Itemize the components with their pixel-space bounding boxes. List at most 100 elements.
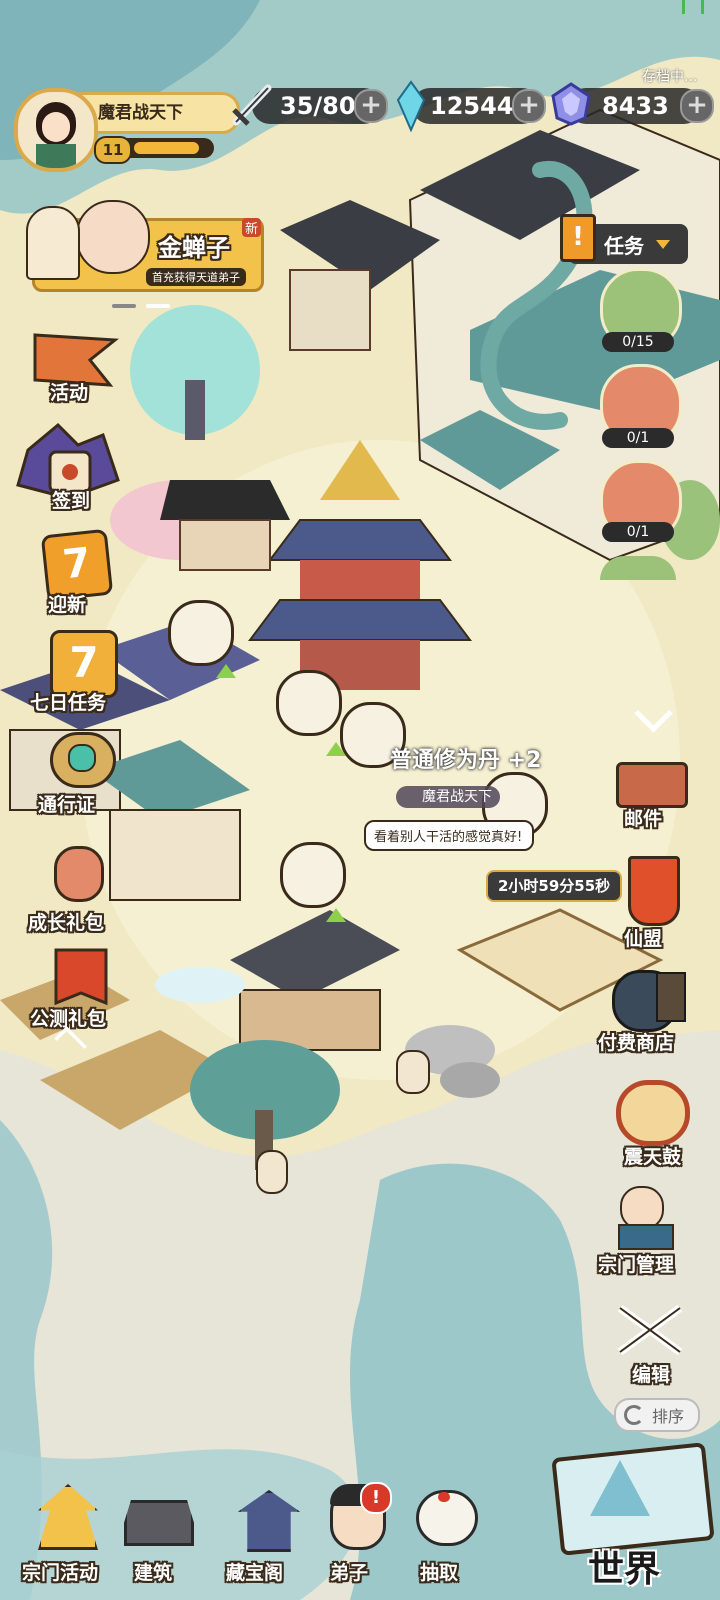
crane-crest-icon bbox=[438, 1492, 450, 1502]
quest-count-1: 0/15 bbox=[602, 332, 674, 352]
spirit-stone-add-button[interactable]: + bbox=[512, 89, 546, 123]
menu-seven-day-label: 七日任务 bbox=[30, 692, 107, 714]
npc-speech-text: 看着别人干活的感觉真好! bbox=[374, 830, 523, 845]
menu-alliance-label: 仙盟 bbox=[624, 928, 663, 950]
menu-drum-label: 震天鼓 bbox=[624, 1146, 682, 1168]
tab-disciples-label: 弟子 bbox=[330, 1562, 369, 1584]
tab-draw-label: 抽取 bbox=[420, 1562, 459, 1584]
spirit-stone-icon bbox=[396, 80, 426, 132]
level-value: 11 bbox=[102, 141, 124, 159]
menu-mail-label: 邮件 bbox=[624, 808, 663, 830]
quest-title: 任务 bbox=[604, 234, 644, 258]
menu-activity-label: 活动 bbox=[50, 382, 89, 404]
menu-drum[interactable]: 震天鼓 bbox=[612, 1076, 702, 1176]
drum-icon bbox=[616, 1080, 690, 1146]
menu-activity[interactable]: 活动 bbox=[30, 330, 120, 410]
tab-treasure-pavilion[interactable]: 藏宝阁 bbox=[218, 1470, 318, 1590]
player-name: 魔君战天下 bbox=[98, 103, 183, 123]
menu-alliance[interactable]: 仙盟 bbox=[612, 856, 702, 956]
tab-draw[interactable]: 抽取 bbox=[402, 1470, 492, 1590]
world-button-label: 世界 bbox=[588, 1549, 661, 1590]
menu-checkin-label: 签到 bbox=[52, 490, 91, 512]
gem-add-button[interactable]: + bbox=[680, 89, 714, 123]
banner-flag-icon bbox=[54, 948, 108, 1006]
build-timer-text: 2小时59分55秒 bbox=[498, 877, 611, 895]
tab-buildings[interactable]: 建筑 bbox=[118, 1470, 208, 1590]
menu-seven-day-tasks[interactable]: 7 七日任务 bbox=[30, 630, 140, 720]
tab-disciples[interactable]: ! 弟子 bbox=[316, 1470, 406, 1590]
menu-pass-label: 通行证 bbox=[38, 794, 96, 816]
promo-name: 金蝉子 bbox=[158, 234, 230, 262]
alert-badge-icon: ! bbox=[360, 1482, 392, 1514]
menu-sect-management[interactable]: 宗门管理 bbox=[596, 1186, 716, 1286]
tab-buildings-label: 建筑 bbox=[134, 1562, 173, 1584]
tab-sect-activity-label: 宗门活动 bbox=[22, 1562, 99, 1584]
promo-character bbox=[76, 200, 150, 274]
disciple-character[interactable] bbox=[396, 1050, 430, 1094]
menu-growth-pack[interactable]: 成长礼包 bbox=[26, 846, 136, 936]
promo-subtitle: 首充获得天道弟子 bbox=[146, 268, 246, 286]
menu-paid-shop[interactable]: 付费商店 bbox=[596, 966, 706, 1066]
save-status: 存档中... bbox=[642, 69, 698, 85]
upgrade-arrow-icon bbox=[326, 908, 346, 922]
player-panel[interactable]: 魔君战天下 11 bbox=[14, 88, 240, 172]
resource-bubble[interactable] bbox=[276, 670, 342, 736]
quest-item-4-partial bbox=[600, 556, 676, 580]
npc-name-tag: 魔君战天下 bbox=[396, 786, 500, 808]
spirit-stone-value: 12544 bbox=[430, 92, 514, 120]
menu-checkin[interactable]: 签到 bbox=[8, 420, 128, 520]
level-badge: 11 bbox=[94, 136, 132, 164]
abacus-icon bbox=[656, 972, 686, 1022]
exp-bar-fill bbox=[134, 142, 199, 154]
stamina-value: 35/80 bbox=[280, 92, 356, 120]
alliance-banner-icon bbox=[628, 856, 680, 926]
menu-edit[interactable]: 编辑 bbox=[612, 1302, 702, 1392]
signal-icon bbox=[682, 0, 704, 14]
new-badge: 新 bbox=[242, 218, 262, 237]
sort-button[interactable]: 排序 bbox=[614, 1398, 700, 1432]
sort-label: 排序 bbox=[652, 1407, 685, 1426]
carousel-indicator-active bbox=[146, 304, 170, 308]
disciple-character[interactable] bbox=[256, 1150, 288, 1194]
manager-body-icon bbox=[618, 1224, 674, 1250]
mail-icon bbox=[616, 762, 688, 808]
tab-treasure-pavilion-label: 藏宝阁 bbox=[226, 1562, 284, 1584]
world-button[interactable]: 世界 bbox=[550, 1430, 715, 1594]
building-icon bbox=[124, 1500, 194, 1546]
tab-sect-activity[interactable]: 宗门活动 bbox=[14, 1470, 114, 1590]
pass-gem-icon bbox=[68, 744, 96, 772]
fan-icon bbox=[26, 206, 80, 280]
upgrade-arrow-icon bbox=[326, 742, 346, 756]
menu-welcome-label: 迎新 bbox=[48, 594, 87, 616]
menu-beta-pack[interactable]: 公测礼包 bbox=[26, 948, 136, 1038]
edit-arrows-icon bbox=[617, 1304, 683, 1356]
menu-mail[interactable]: 邮件 bbox=[612, 744, 702, 834]
menu-growth-pack-label: 成长礼包 bbox=[28, 912, 105, 934]
refresh-icon bbox=[624, 1405, 644, 1425]
carousel-indicator bbox=[112, 304, 136, 308]
avatar[interactable] bbox=[14, 88, 98, 172]
menu-pass[interactable]: 通行证 bbox=[30, 730, 140, 820]
quest-count-3: 0/1 bbox=[602, 522, 674, 542]
stamina-add-button[interactable]: + bbox=[354, 89, 388, 123]
npc-name: 魔君战天下 bbox=[422, 789, 492, 805]
exclamation-icon: ! bbox=[560, 214, 596, 262]
upgrade-arrow-icon bbox=[216, 664, 236, 678]
promo-banner[interactable]: 金蝉子 首充获得天道弟子 新 bbox=[26, 196, 266, 296]
npc-speech-bubble: 看着别人干活的感觉真好! bbox=[364, 820, 534, 851]
gem-icon bbox=[551, 82, 591, 126]
treasure-pavilion-icon bbox=[238, 1490, 300, 1552]
menu-welcome[interactable]: 7 迎新 bbox=[36, 528, 126, 620]
dropdown-arrow-icon bbox=[656, 240, 670, 249]
gift-gourd-icon bbox=[54, 846, 104, 902]
reward-popup-text: 普通修为丹 +2 bbox=[390, 748, 542, 773]
gem-value: 8433 bbox=[602, 92, 669, 120]
menu-sect-management-label: 宗门管理 bbox=[598, 1254, 675, 1276]
build-timer: 2小时59分55秒 bbox=[486, 870, 623, 902]
quest-count-2: 0/1 bbox=[602, 428, 674, 448]
quest-header[interactable]: ! 任务 bbox=[560, 214, 688, 264]
pagoda-icon bbox=[38, 1484, 98, 1550]
sword-icon bbox=[232, 84, 272, 126]
resource-bubble[interactable] bbox=[168, 600, 234, 666]
resource-bubble[interactable] bbox=[280, 842, 346, 908]
